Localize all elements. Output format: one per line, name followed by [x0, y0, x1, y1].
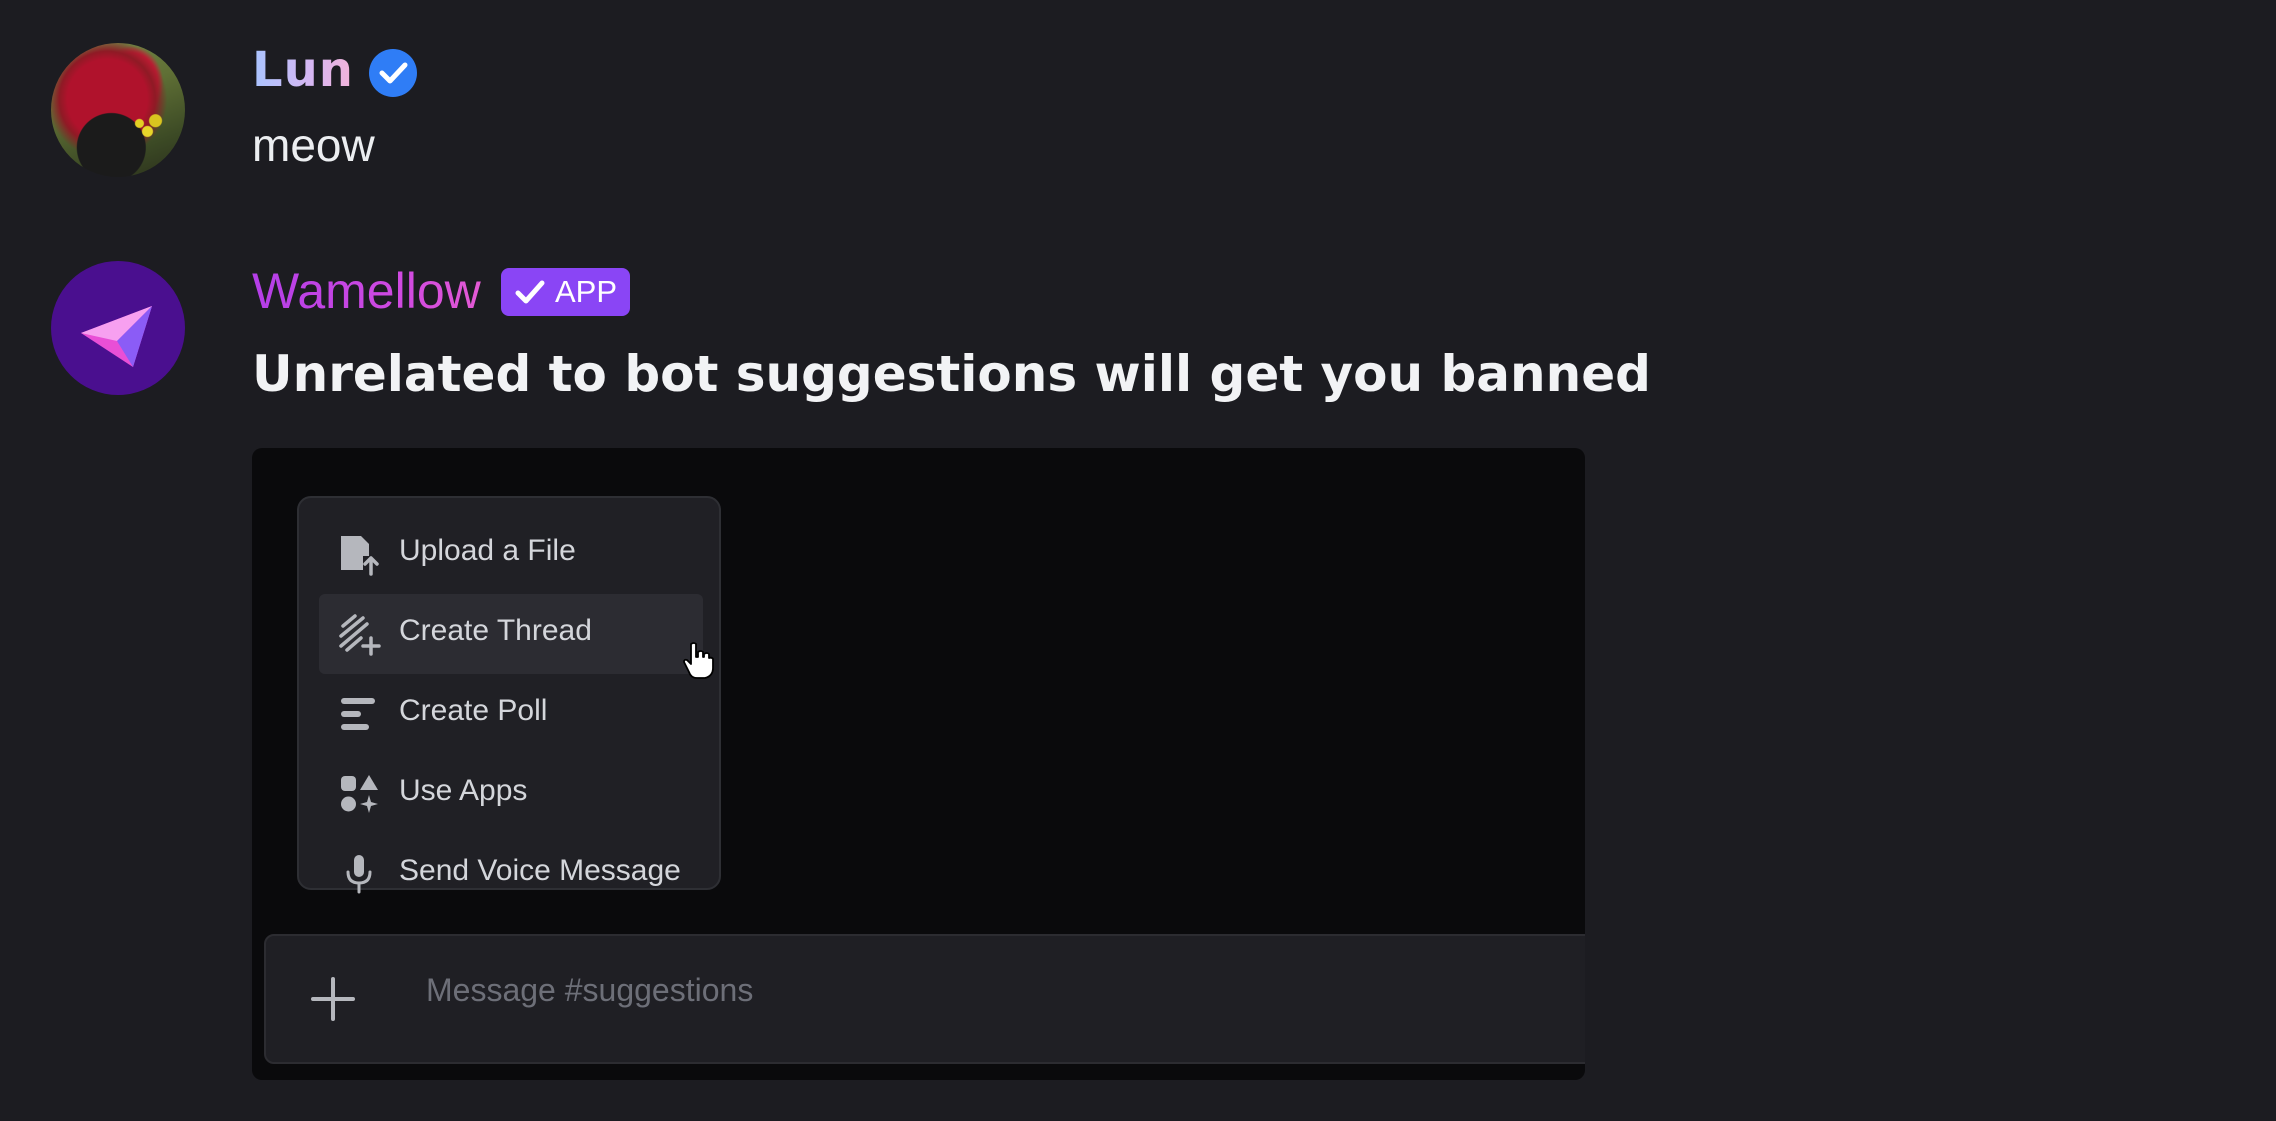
message-text: meow [252, 119, 375, 171]
poll-icon [341, 698, 375, 730]
message-composer: Message #suggestions [264, 934, 1585, 1064]
apps-icon [341, 775, 378, 813]
menu-item-label: Create Poll [399, 694, 548, 727]
upload-file-icon [341, 536, 379, 576]
verified-icon [369, 49, 417, 97]
menu-item-label: Send Voice Message [399, 854, 681, 887]
username[interactable]: Wamellow [252, 262, 481, 320]
attachment-popup-menu: Upload a File Create Thread Create Poll … [297, 496, 721, 894]
thread-icon [339, 614, 381, 656]
menu-item-send-voice-message: Send Voice Message [319, 834, 703, 914]
microphone-icon [346, 855, 372, 894]
menu-item-label: Use Apps [399, 774, 528, 807]
menu-item-label: Create Thread [399, 614, 592, 647]
checkmark-icon [515, 280, 545, 304]
menu-item-create-thread: Create Thread [319, 594, 714, 679]
avatar[interactable] [51, 261, 185, 395]
message-input-placeholder: Message #suggestions [426, 972, 754, 1008]
menu-item-upload-file: Upload a File [319, 514, 703, 594]
plus-icon [311, 977, 355, 1021]
attachment-image[interactable]: Message #suggestions Upload a File Creat [252, 448, 1585, 1080]
app-tag-badge: APP [501, 268, 631, 316]
chat-message-list: Lun meow Wamellow APP Unrelated to bot s… [0, 0, 2276, 1121]
wamellow-logo-icon [81, 306, 152, 367]
username[interactable]: Lun [252, 42, 354, 98]
menu-item-create-poll: Create Poll [319, 674, 703, 754]
menu-item-label: Upload a File [399, 534, 576, 567]
message-text: Unrelated to bot suggestions will get yo… [252, 345, 1651, 403]
avatar[interactable] [51, 43, 185, 177]
menu-item-use-apps: Use Apps [319, 754, 703, 834]
app-tag-label: APP [555, 274, 618, 309]
